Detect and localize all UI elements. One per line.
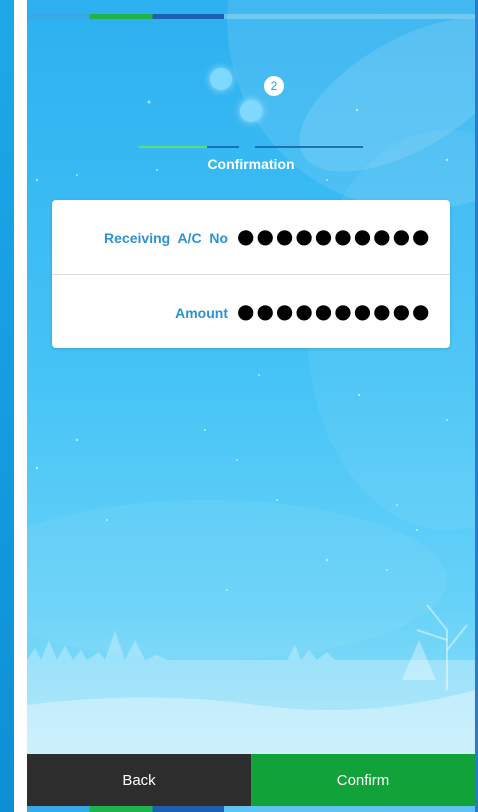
current-step-number: 2 xyxy=(264,76,284,96)
progress-line-remaining xyxy=(255,146,363,148)
footer-actions: Back Confirm xyxy=(27,754,475,806)
receiving-account-row: Receiving A/C No ●●●●●●●●●● xyxy=(52,200,450,274)
app-screen: 2 Confirmation Receiving A/C No ●●●●●●●●… xyxy=(27,0,475,812)
receiving-account-value: ●●●●●●●●●● xyxy=(237,224,432,248)
step-indicator: 2 xyxy=(27,64,475,124)
back-button[interactable]: Back xyxy=(27,754,251,806)
amount-row: Amount ●●●●●●●●●● xyxy=(52,274,450,349)
bottom-accent-bar xyxy=(27,806,475,812)
receiving-account-label: Receiving A/C No xyxy=(104,230,228,246)
amount-value: ●●●●●●●●●● xyxy=(237,299,432,323)
progress-line-current xyxy=(207,146,239,148)
confirmation-card: Receiving A/C No ●●●●●●●●●● Amount ●●●●●… xyxy=(52,200,450,348)
step-dot-1 xyxy=(210,68,232,90)
confirm-button[interactable]: Confirm xyxy=(251,754,475,806)
step-dot-3 xyxy=(240,100,262,122)
background-strip-left xyxy=(0,0,14,812)
amount-label: Amount xyxy=(175,305,228,321)
step-title: Confirmation xyxy=(207,156,295,172)
